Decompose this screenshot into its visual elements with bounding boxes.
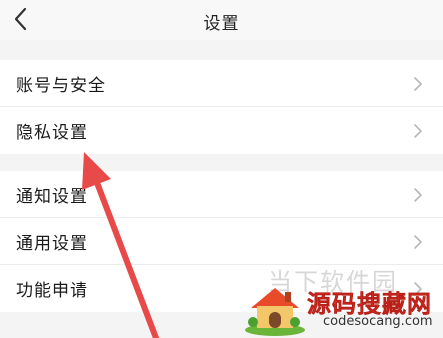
nav-bar: 设置 [0,0,443,40]
chevron-right-icon [414,77,422,91]
settings-item-label: 功能申请 [16,281,88,301]
settings-item-notifications[interactable]: 通知设置 [0,171,443,218]
brand-watermark: 源码搜藏网 codesocang.com [243,282,443,338]
settings-item-label: 隐私设置 [16,123,88,143]
chevron-right-icon [414,235,422,249]
watermark-domain-text: codesocang.com [323,314,433,329]
page-title: 设置 [203,14,240,34]
settings-section-account: 账号与安全 隐私设置 [0,60,443,154]
settings-item-label: 通用设置 [16,234,88,254]
house-logo-icon [245,288,305,336]
settings-item-label: 通知设置 [16,187,88,207]
settings-item-account-security[interactable]: 账号与安全 [0,60,443,107]
chevron-right-icon [414,124,422,138]
settings-item-label: 账号与安全 [16,76,106,96]
settings-item-privacy[interactable]: 隐私设置 [0,107,443,154]
chevron-right-icon [414,188,422,202]
settings-item-general[interactable]: 通用设置 [0,218,443,265]
